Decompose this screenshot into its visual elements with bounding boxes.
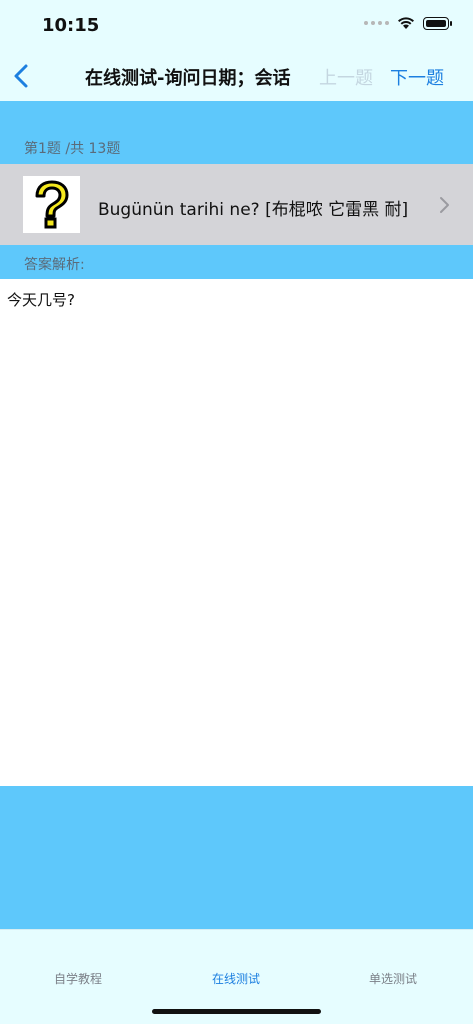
battery-icon [423,16,452,30]
status-bar: 10:15 [0,0,473,52]
tab-self-study[interactable]: 自学教程 [18,970,138,987]
page-title: 在线测试-询问日期；会话 [85,68,291,89]
answer-text: 今天几号? [7,291,75,309]
next-question-button[interactable]: 下一题 [390,64,444,90]
back-chevron-icon[interactable] [10,62,34,90]
nav-bar: 在线测试-询问日期；会话 上一题 下一题 [0,52,473,101]
status-icons [364,16,452,30]
signal-icon [364,21,389,25]
question-text: Bugünün tarihi ne? [布棍哝 它雷黑 耐] [98,200,409,220]
analysis-label: 答案解析: [24,257,85,273]
question-row[interactable]: Bugünün tarihi ne? [布棍哝 它雷黑 耐] [0,164,473,245]
tab-single-choice[interactable]: 单选测试 [333,970,453,987]
status-time: 10:15 [42,15,100,36]
question-counter: 第1题 /共 13题 [24,141,121,157]
footer-band [0,786,473,929]
tab-online-test[interactable]: 在线测试 [176,970,296,987]
chevron-right-icon [440,197,449,213]
answer-area: 今天几号? [0,279,473,786]
home-indicator [152,1009,321,1014]
question-mark-icon [23,176,80,233]
prev-question-button[interactable]: 上一题 [319,64,373,90]
wifi-icon [398,17,414,29]
